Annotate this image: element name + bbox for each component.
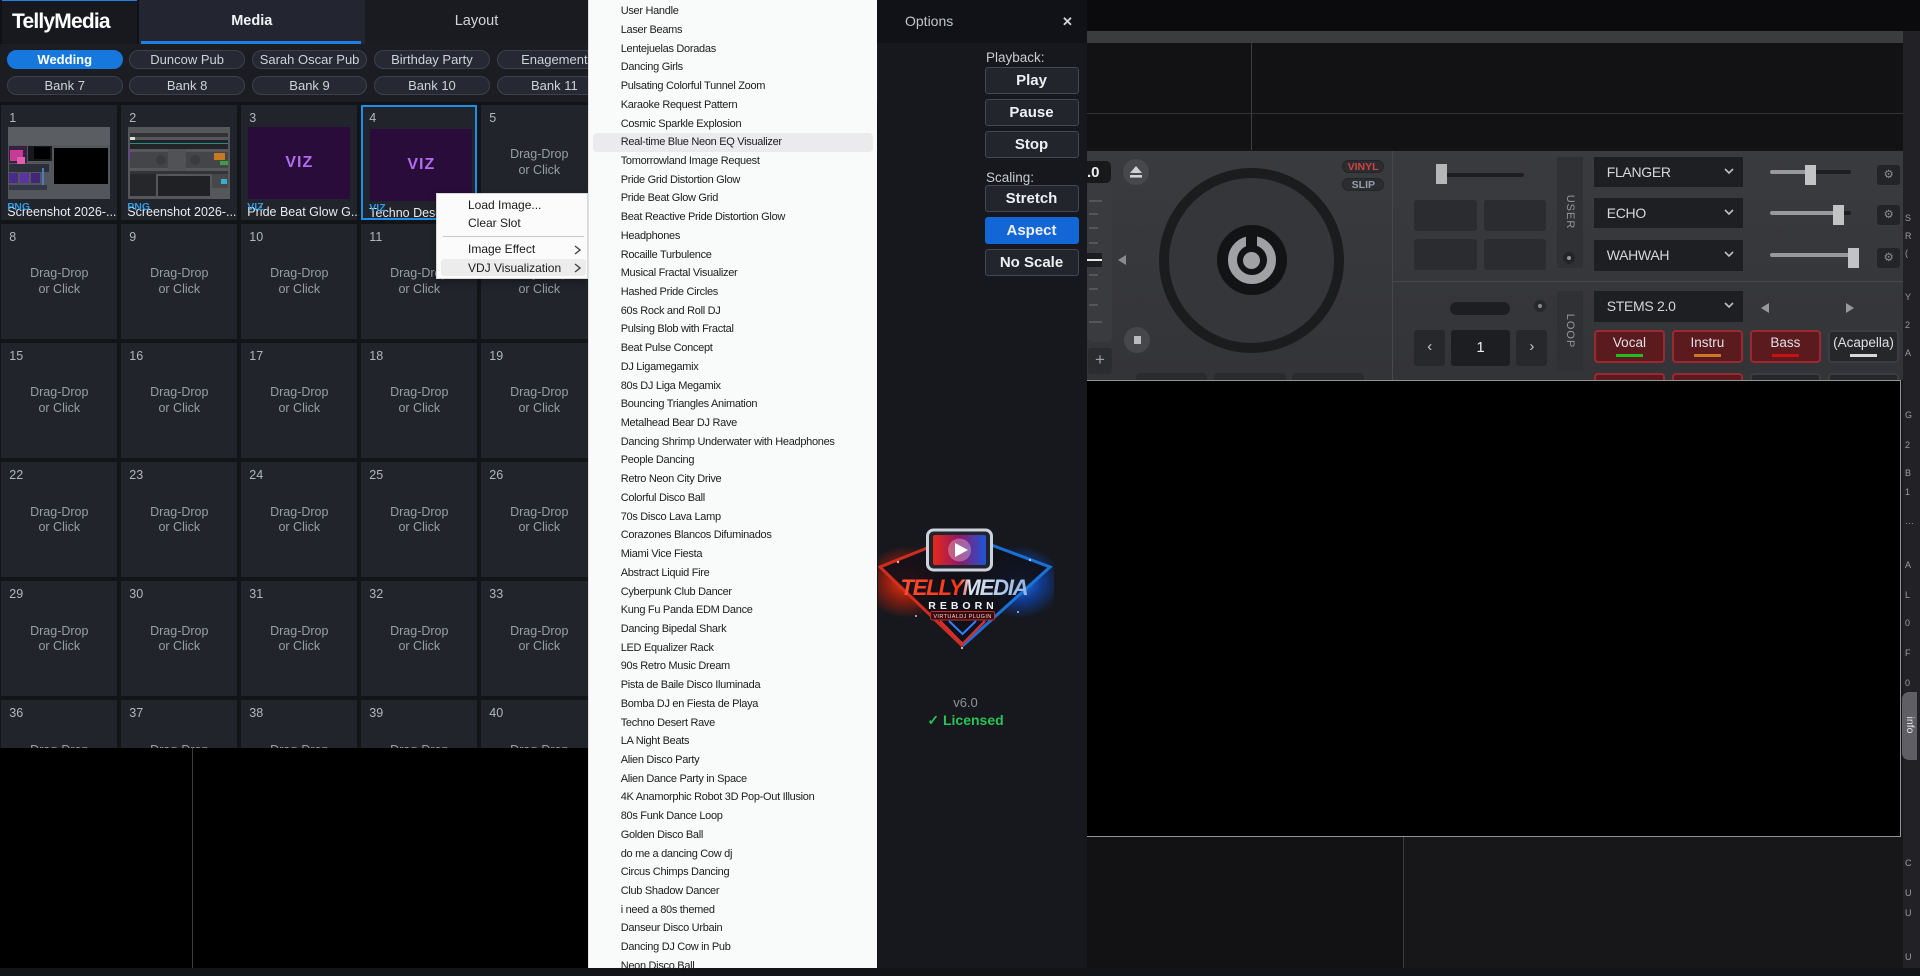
svg-text:TELLYMEDIA: TELLYMEDIA — [900, 575, 1027, 600]
svg-text:REBORN: REBORN — [928, 600, 998, 612]
svg-text:VIRTUALDJ PLUGIN: VIRTUALDJ PLUGIN — [933, 614, 991, 620]
